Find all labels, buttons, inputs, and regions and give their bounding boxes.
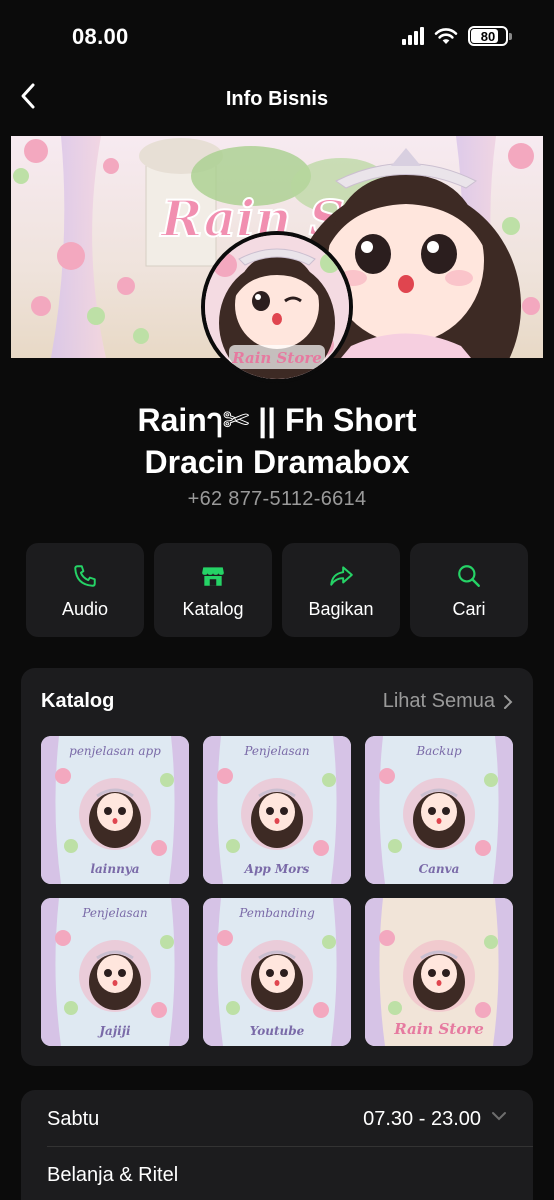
- avatar-image: Rain Store: [205, 235, 349, 379]
- avatar-label: Rain Store: [231, 349, 322, 367]
- phone-icon: [74, 565, 96, 587]
- battery-text: 80: [480, 28, 496, 44]
- business-hours-row[interactable]: Sabtu 07.30 - 23.00: [21, 1090, 533, 1146]
- catalog-item-bottom-text: Youtube: [249, 1024, 305, 1038]
- wifi-icon: [434, 28, 458, 44]
- catalog-item-bottom-text: Jajiji: [99, 1024, 131, 1038]
- catalog-item[interactable]: Rain Store: [365, 898, 513, 1046]
- search-button[interactable]: Cari: [410, 543, 528, 637]
- see-all-label: Lihat Semua: [382, 690, 495, 712]
- catalog-label: Katalog: [182, 599, 244, 619]
- catalog-item-bottom-text: Rain Store: [394, 1020, 484, 1038]
- share-button[interactable]: Bagikan: [282, 543, 400, 637]
- catalog-item-top-text: Backup: [416, 744, 462, 758]
- business-name-line2: Dracin Dramabox: [144, 444, 410, 480]
- catalog-item-bottom-text: lainnya: [90, 862, 140, 876]
- business-category: Belanja & Ritel: [47, 1164, 179, 1186]
- audio-call-button[interactable]: Audio: [26, 543, 144, 637]
- chevron-right-icon: [504, 694, 513, 709]
- catalog-item-top-text: Penjelasan: [82, 906, 148, 920]
- store-icon: [202, 567, 224, 586]
- divider: [47, 1146, 533, 1147]
- catalog-item[interactable]: Penjelasan App Mors: [203, 736, 351, 884]
- catalog-section: Katalog Lihat Semua penjelasan app lainny…: [21, 668, 533, 1066]
- share-label: Bagikan: [308, 599, 374, 619]
- share-icon: [330, 566, 353, 586]
- catalog-item[interactable]: Backup Canva: [365, 736, 513, 884]
- catalog-item-bottom-text: Canva: [418, 862, 460, 876]
- catalog-item[interactable]: Pembanding Youtube: [203, 898, 351, 1046]
- catalog-title: Katalog: [41, 690, 115, 712]
- catalog-item-top-text: Penjelasan: [244, 744, 310, 758]
- status-time: 08.00: [72, 24, 129, 49]
- page-title: Info Bisnis: [225, 88, 329, 110]
- see-all-link[interactable]: Lihat Semua: [383, 690, 513, 713]
- catalog-item-bottom-text: App Mors: [244, 862, 310, 876]
- catalog-item[interactable]: Penjelasan Jajiji: [41, 898, 189, 1046]
- status-bar: 08.00 80: [0, 0, 554, 74]
- chevron-down-icon: [492, 1112, 506, 1121]
- avatar[interactable]: Rain Store: [201, 231, 353, 383]
- catalog-item[interactable]: penjelasan app lainnya: [41, 736, 189, 884]
- catalog-button[interactable]: Katalog: [154, 543, 272, 637]
- phone-number[interactable]: +62 877-5112-6614: [0, 488, 554, 511]
- audio-call-label: Audio: [61, 599, 109, 619]
- nav-bar: Info Bisnis: [0, 74, 554, 120]
- battery-icon: 80: [468, 26, 512, 46]
- catalog-item-top-text: penjelasan app: [69, 744, 161, 758]
- signal-icon: [402, 27, 424, 45]
- search-icon: [458, 565, 480, 587]
- search-label: Cari: [452, 599, 486, 619]
- business-name-line1: Rainๅ✄ || Fh Short: [137, 402, 417, 438]
- hours-time: 07.30 - 23.00: [363, 1108, 481, 1130]
- business-info-section: Sabtu 07.30 - 23.00 Belanja & Ritel: [21, 1090, 533, 1200]
- catalog-item-top-text: Pembanding: [239, 906, 315, 920]
- status-icons: 80: [402, 26, 512, 46]
- hours-day: Sabtu: [47, 1108, 100, 1130]
